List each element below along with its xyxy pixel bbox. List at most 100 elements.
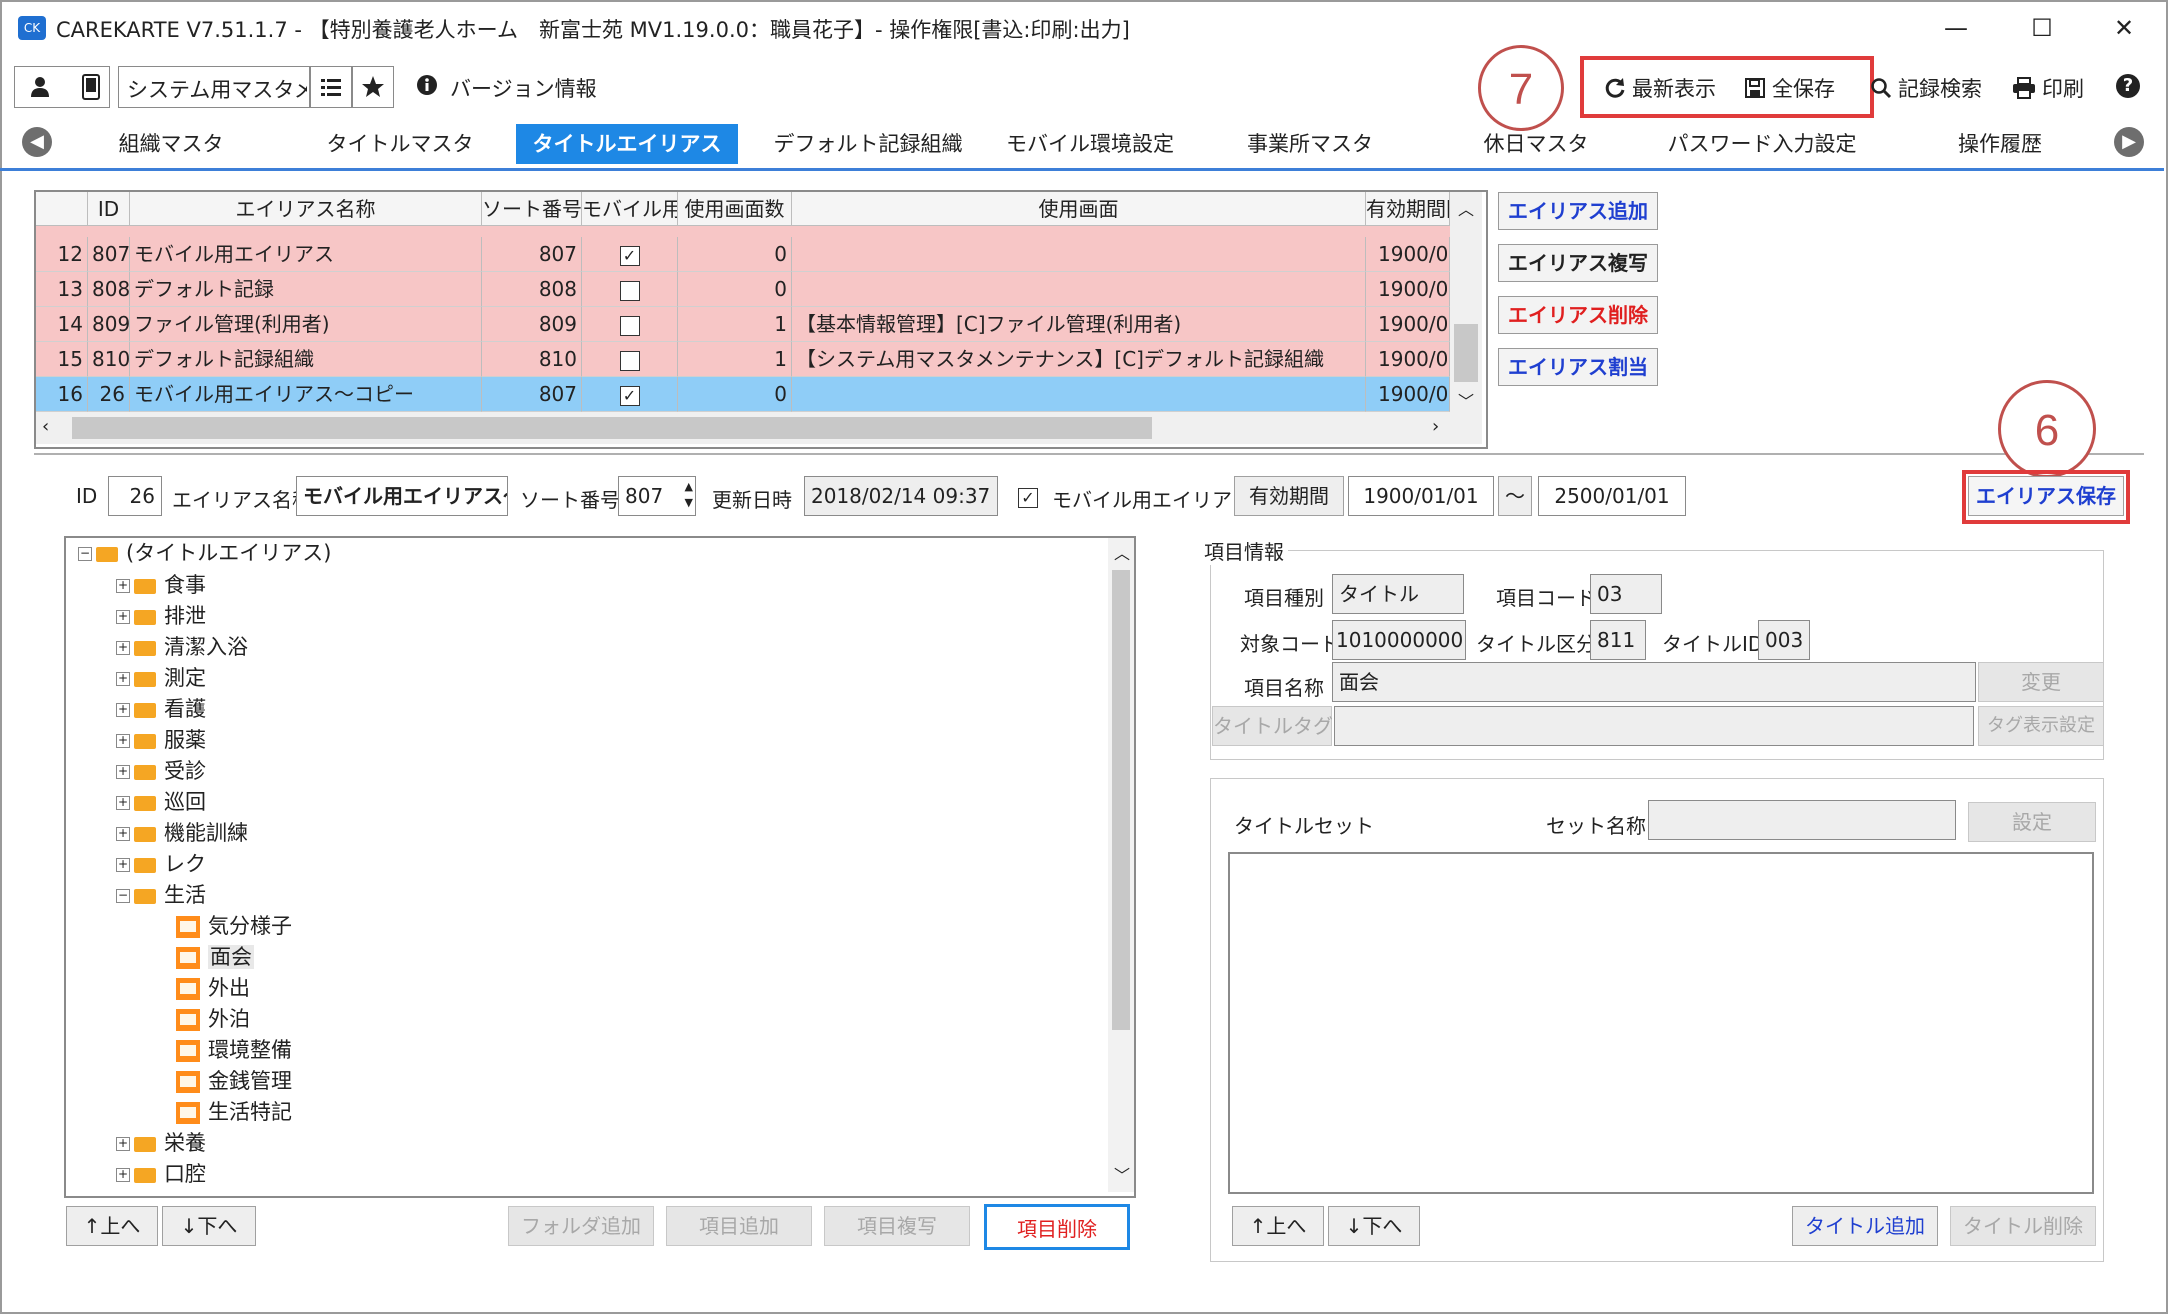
tree-folder[interactable]: + 口腔 [116, 1159, 206, 1185]
version-info-link[interactable]: バージョン情報 [450, 73, 597, 103]
alias-delete-button[interactable]: エイリアス削除 [1498, 296, 1658, 334]
tree-folder[interactable]: + 清潔入浴 [116, 632, 248, 662]
tab-office-master[interactable]: 事業所マスタ [1230, 124, 1390, 164]
mobile-device-icon[interactable] [82, 74, 100, 100]
grid-header-screen-count[interactable]: 使用画面数 [678, 192, 792, 226]
add-folder-button[interactable]: フォルダ追加 [508, 1206, 654, 1246]
title-move-up-button[interactable]: ↑上へ [1232, 1206, 1324, 1246]
scroll-down-icon[interactable]: ﹀ [1458, 388, 1474, 412]
tab-organization-master[interactable]: 組織マスタ [96, 124, 246, 164]
mobile-checkbox[interactable] [619, 315, 640, 336]
delete-title-button[interactable]: タイトル削除 [1950, 1206, 2096, 1246]
tab-operation-history[interactable]: 操作履歴 [1920, 124, 2080, 164]
scroll-up-icon[interactable]: ︿ [1458, 196, 1474, 220]
grid-header-screens[interactable]: 使用画面 [792, 192, 1366, 226]
alias-assign-button[interactable]: エイリアス割当 [1498, 348, 1658, 386]
alias-name-field[interactable]: モバイル用エイリアス～ [296, 476, 508, 516]
grid-header-alias-name[interactable]: エイリアス名称 [130, 192, 482, 226]
title-set-list[interactable] [1228, 852, 2094, 1194]
tab-default-record-org[interactable]: デフォルト記録組織 [758, 124, 978, 164]
title-tag-button[interactable]: タイトルタグ [1212, 706, 1333, 746]
alias-save-button[interactable]: エイリアス保存 [1968, 476, 2124, 516]
tree-folder[interactable]: + 看護 [116, 694, 206, 724]
tree-item[interactable]: 気分様子 [176, 911, 292, 941]
tab-title-alias[interactable]: タイトルエイリアス [516, 124, 738, 164]
scroll-up-icon[interactable]: ︿ [1114, 540, 1130, 564]
tab-scroll-left-icon[interactable]: ◀ [22, 127, 52, 157]
tree-folder[interactable]: + 機能訓練 [116, 818, 248, 848]
refresh-button[interactable]: 最新表示 [1604, 68, 1716, 108]
sort-no-stepper[interactable]: 807 ▲ ▼ [618, 476, 696, 516]
add-item-button[interactable]: 項目追加 [666, 1206, 812, 1246]
stepper-arrows-icon[interactable]: ▲ ▼ [685, 479, 693, 511]
table-row-selected[interactable]: 16 26 モバイル用エイリアス～コピー 807 ✓ 0 1900/01/0 [36, 377, 1450, 412]
mobile-alias-checkbox[interactable]: ✓ [1018, 484, 1038, 508]
minimize-button[interactable]: — [1926, 8, 1986, 48]
mobile-checkbox[interactable]: ✓ [619, 245, 640, 266]
alias-tree[interactable]: − (タイトルエイリアス) + 食事 + 排泄 + 清潔入浴 + 測定 + 看護 + 服薬 +… [64, 536, 1136, 1198]
tree-root[interactable]: − (タイトルエイリアス) [78, 538, 331, 568]
tree-item[interactable]: 生活特記 [176, 1097, 292, 1127]
favorite-button[interactable] [352, 66, 394, 108]
tree-item[interactable]: 外出 [176, 973, 250, 1003]
tab-scroll-right-icon[interactable]: ▶ [2114, 127, 2144, 157]
table-row[interactable]: 12 807 モバイル用エイリアス 807 ✓ 0 1900/01/0 [36, 237, 1450, 272]
tree-folder[interactable]: + 巡回 [116, 787, 206, 817]
delete-item-button[interactable]: 項目削除 [984, 1204, 1130, 1250]
grid-vscroll-thumb[interactable] [1454, 324, 1478, 382]
tree-item[interactable]: 環境整備 [176, 1035, 292, 1065]
alias-copy-button[interactable]: エイリアス複写 [1498, 244, 1658, 282]
user-icon[interactable] [30, 76, 50, 98]
scroll-down-icon[interactable]: ﹀ [1114, 1162, 1130, 1186]
tree-move-up-button[interactable]: ↑上へ [66, 1206, 158, 1246]
grid-horizontal-scrollbar[interactable]: ‹ › [36, 412, 1482, 444]
valid-period-button[interactable]: 有効期間 [1234, 476, 1344, 516]
mobile-checkbox[interactable] [619, 280, 640, 301]
save-all-button[interactable]: 全保存 [1744, 68, 1835, 108]
tree-folder[interactable]: + レク [116, 849, 206, 879]
tag-display-settings-button[interactable]: タグ表示設定 [1978, 706, 2104, 746]
table-row[interactable]: 14 809 ファイル管理(利用者) 809 1 【基本情報管理】[C]ファイル… [36, 307, 1450, 342]
tree-folder[interactable]: + 栄養 [116, 1128, 206, 1158]
table-row[interactable]: 15 810 デフォルト記録組織 810 1 【システム用マスタメンテナンス】[… [36, 342, 1450, 377]
scroll-right-icon[interactable]: › [1432, 416, 1439, 437]
help-icon[interactable]: ? [2116, 74, 2140, 98]
alias-add-button[interactable]: エイリアス追加 [1498, 192, 1658, 230]
mobile-checkbox[interactable]: ✓ [619, 385, 640, 406]
tree-folder-open[interactable]: − 生活 [116, 880, 206, 910]
alias-grid[interactable]: ID エイリアス名称 ソート番号 モバイル用 使用画面数 使用画面 有効期間開 … [34, 190, 1488, 449]
tree-folder[interactable]: + 排泄 [116, 601, 206, 631]
tree-folder[interactable]: + 受診 [116, 756, 206, 786]
maximize-button[interactable]: ☐ [2012, 8, 2072, 48]
set-button[interactable]: 設定 [1968, 802, 2096, 842]
add-title-button[interactable]: タイトル追加 [1792, 1206, 1938, 1246]
grid-header-valid-from[interactable]: 有効期間開 [1366, 192, 1450, 226]
record-search-button[interactable]: 記録検索 [1870, 68, 1982, 108]
grid-vertical-scrollbar[interactable]: ︿ ﹀ [1450, 192, 1482, 412]
title-move-down-button[interactable]: ↓下へ [1328, 1206, 1420, 1246]
tree-folder[interactable]: + 服薬 [116, 725, 206, 755]
tree-vertical-scrollbar[interactable]: ︿ ﹀ [1108, 538, 1134, 1192]
id-field[interactable]: 26 [108, 476, 162, 516]
grid-header-mobile[interactable]: モバイル用 [582, 192, 678, 226]
tab-holiday-master[interactable]: 休日マスタ [1456, 124, 1616, 164]
scroll-left-icon[interactable]: ‹ [42, 416, 49, 437]
table-row[interactable]: 13 808 デフォルト記録 808 0 1900/01/0 [36, 272, 1450, 307]
valid-to-field[interactable]: 2500/01/01 [1538, 476, 1686, 516]
screen-select[interactable]: システム用マスタメン [118, 66, 310, 108]
grid-header-sort-no[interactable]: ソート番号 [482, 192, 582, 226]
tab-title-master[interactable]: タイトルマスタ [320, 124, 480, 164]
grid-header-id[interactable]: ID [88, 192, 130, 226]
close-button[interactable]: ✕ [2094, 8, 2154, 48]
mobile-checkbox[interactable] [619, 350, 640, 371]
tree-item[interactable]: 外泊 [176, 1004, 250, 1034]
tree-vscroll-thumb[interactable] [1112, 570, 1130, 1030]
grid-hscroll-thumb[interactable] [72, 417, 1152, 439]
tree-folder[interactable]: + 測定 [116, 663, 206, 693]
copy-item-button[interactable]: 項目複写 [824, 1206, 970, 1246]
valid-from-field[interactable]: 1900/01/01 [1348, 476, 1494, 516]
list-button[interactable] [310, 66, 352, 108]
tab-mobile-settings[interactable]: モバイル環境設定 [990, 124, 1190, 164]
tab-password-settings[interactable]: パスワード入力設定 [1662, 124, 1862, 164]
change-button[interactable]: 変更 [1978, 662, 2104, 702]
